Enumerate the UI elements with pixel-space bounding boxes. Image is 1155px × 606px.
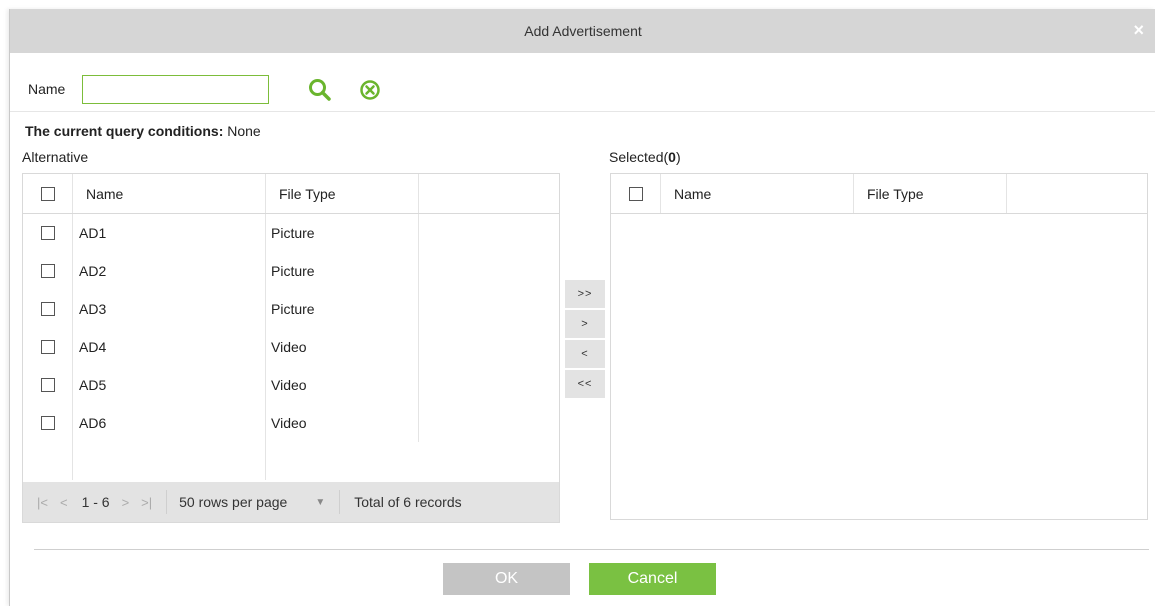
search-bar: Name (10, 64, 1155, 112)
row-extra (419, 214, 559, 252)
selected-header-extra (1007, 174, 1147, 213)
selected-header-file-type[interactable]: File Type (854, 174, 1007, 213)
row-checkbox[interactable] (40, 378, 55, 392)
row-file-type: Picture (266, 252, 419, 290)
row-checkbox[interactable] (40, 264, 55, 278)
selected-select-all-cell (611, 174, 661, 213)
table-row[interactable]: AD4 Video (23, 328, 559, 366)
ok-button[interactable]: OK (443, 563, 570, 595)
row-checkbox[interactable] (40, 302, 55, 316)
add-all-button[interactable]: >> (565, 280, 605, 310)
selected-count: 0 (668, 149, 676, 165)
add-advertisement-dialog: Add Advertisement × Name The current que… (9, 9, 1155, 606)
row-name: AD4 (73, 328, 266, 366)
row-extra (419, 328, 559, 366)
empty-row-space (23, 442, 559, 480)
alternative-grid: Name File Type AD1 Picture AD2 Picture A… (22, 173, 560, 523)
row-name: AD3 (73, 290, 266, 328)
table-row[interactable]: AD2 Picture (23, 252, 559, 290)
last-page-icon[interactable]: >| (141, 495, 152, 510)
prev-page-icon[interactable]: < (60, 495, 68, 510)
row-name: AD2 (73, 252, 266, 290)
row-file-type: Picture (266, 290, 419, 328)
row-checkbox[interactable] (40, 416, 55, 430)
search-label: Name (28, 81, 66, 97)
row-extra (419, 252, 559, 290)
row-file-type: Video (266, 404, 419, 442)
name-search-input[interactable] (82, 75, 269, 104)
rows-per-page-select[interactable]: 50 rows per page (179, 494, 287, 510)
next-page-icon[interactable]: > (122, 495, 130, 510)
row-file-type: Picture (266, 214, 419, 252)
table-row[interactable]: AD3 Picture (23, 290, 559, 328)
remove-selected-button[interactable]: < (565, 340, 605, 370)
total-records: Total of 6 records (354, 494, 462, 510)
row-file-type: Video (266, 328, 419, 366)
pager-divider (339, 490, 341, 514)
row-checkbox[interactable] (40, 340, 55, 354)
row-checkbox-cell (23, 290, 73, 328)
empty-cell (23, 442, 73, 480)
page-range: 1 - 6 (81, 494, 110, 510)
dialog-title: Add Advertisement (524, 23, 642, 39)
pager-divider (166, 490, 168, 514)
query-conditions: The current query conditions: None (25, 123, 261, 139)
row-name: AD1 (73, 214, 266, 252)
row-checkbox-cell (23, 404, 73, 442)
chevron-down-icon[interactable]: ▼ (315, 497, 325, 508)
clear-circle-icon[interactable] (356, 76, 384, 104)
row-extra (419, 404, 559, 442)
row-checkbox-cell (23, 214, 73, 252)
search-icon[interactable] (306, 76, 334, 104)
footer-divider (34, 549, 1149, 550)
row-checkbox-cell (23, 252, 73, 290)
pagination-bar: |< < 1 - 6 > >| 50 rows per page ▼ Total… (23, 482, 559, 522)
alternative-rows: AD1 Picture AD2 Picture AD3 Picture AD4 … (23, 214, 559, 480)
query-conditions-value: None (227, 123, 261, 139)
first-page-icon[interactable]: |< (37, 495, 48, 510)
alternative-select-all-checkbox[interactable] (40, 186, 55, 201)
query-conditions-prefix: The current query conditions: (25, 123, 224, 139)
selected-header-name[interactable]: Name (661, 174, 854, 213)
row-name: AD5 (73, 366, 266, 404)
selected-label: Selected(0) (609, 149, 681, 165)
close-icon[interactable]: × (1133, 21, 1144, 39)
empty-cell (73, 442, 266, 480)
transfer-buttons: >> > < << (565, 280, 605, 400)
row-name: AD6 (73, 404, 266, 442)
alternative-header-file-type[interactable]: File Type (266, 174, 419, 213)
alternative-header-extra (419, 174, 559, 213)
alternative-grid-header: Name File Type (23, 174, 559, 214)
table-row[interactable]: AD5 Video (23, 366, 559, 404)
remove-all-button[interactable]: << (565, 370, 605, 400)
alternative-label: Alternative (22, 149, 89, 165)
selected-grid-header: Name File Type (611, 174, 1147, 214)
table-row[interactable]: AD1 Picture (23, 214, 559, 252)
row-checkbox-cell (23, 366, 73, 404)
alternative-select-all-cell (23, 174, 73, 213)
selected-select-all-checkbox[interactable] (628, 186, 643, 201)
row-checkbox-cell (23, 328, 73, 366)
add-selected-button[interactable]: > (565, 310, 605, 340)
row-checkbox[interactable] (40, 226, 55, 240)
row-extra (419, 366, 559, 404)
selected-label-prefix: Selected( (609, 149, 669, 165)
table-row[interactable]: AD6 Video (23, 404, 559, 442)
selected-grid: Name File Type (610, 173, 1148, 520)
selected-label-suffix: ) (675, 149, 681, 165)
row-extra (419, 290, 559, 328)
row-file-type: Video (266, 366, 419, 404)
alternative-header-name[interactable]: Name (73, 174, 266, 213)
dialog-titlebar: Add Advertisement × (10, 9, 1155, 53)
cancel-button[interactable]: Cancel (589, 563, 716, 595)
